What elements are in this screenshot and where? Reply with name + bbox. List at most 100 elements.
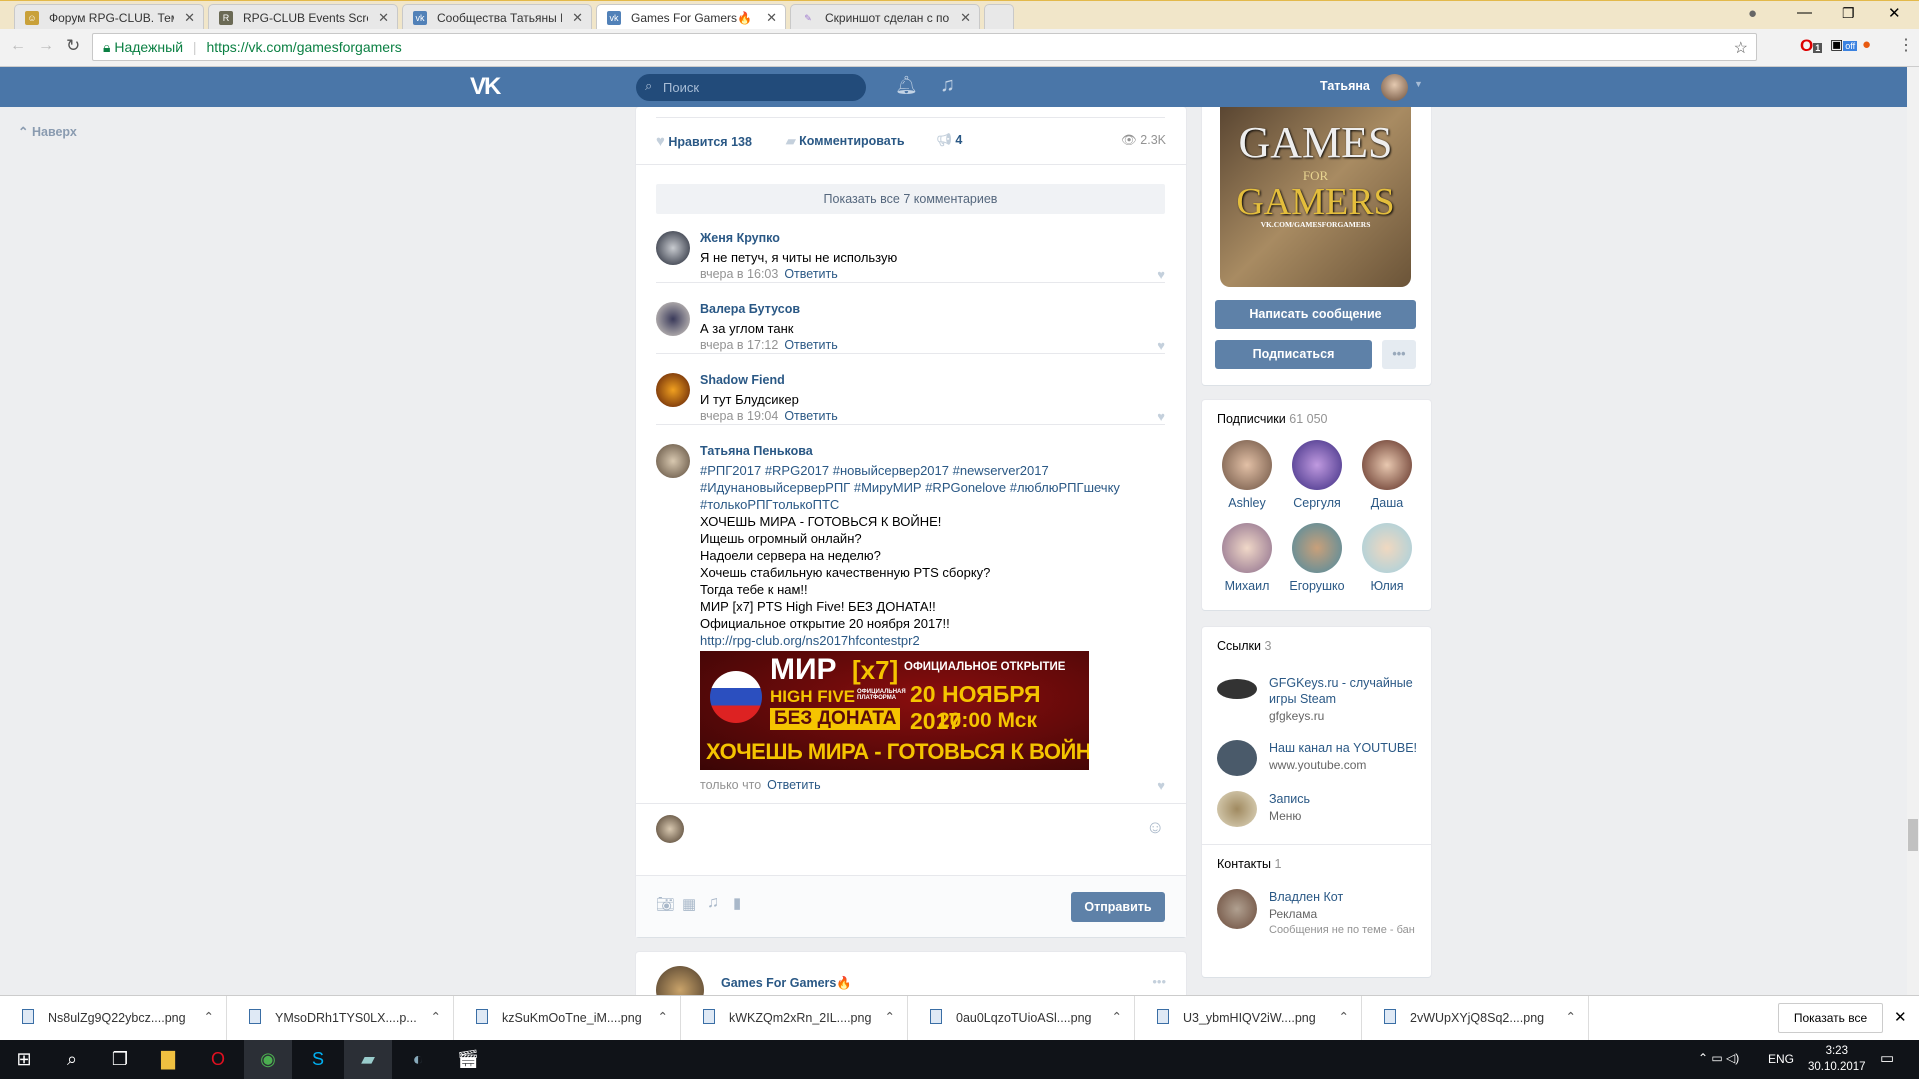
windows-start-icon[interactable]: ⊞ — [0, 1040, 48, 1079]
links-header[interactable]: Ссылки 3 — [1217, 639, 1271, 653]
download-item[interactable]: kWKZQm2xRn_2IL....png ⌃ — [681, 996, 908, 1041]
more-actions-button[interactable]: ••• — [1382, 340, 1416, 369]
user-avatar[interactable] — [1381, 74, 1408, 101]
comment-avatar[interactable] — [656, 231, 690, 265]
clock[interactable]: 3:23 30.10.2017 — [1808, 1043, 1866, 1075]
close-window-button[interactable]: ✕ — [1888, 4, 1901, 22]
download-item[interactable]: U3_ybmHIQV2iW....png ⌃ — [1135, 996, 1362, 1041]
close-downloads-icon[interactable]: ✕ — [1894, 1008, 1907, 1026]
send-button[interactable]: Отправить — [1071, 892, 1165, 922]
scrollbar[interactable] — [1907, 67, 1919, 995]
reply-link[interactable]: Ответить — [784, 267, 837, 281]
opera-extension-icon[interactable]: O1 — [1800, 36, 1823, 56]
banner-image[interactable]: МИР [x7] HIGH FIVE ОФИЦИАЛЬНАЯ ПЛАТФОРМА… — [700, 651, 1089, 770]
group-cover-image[interactable]: GAMES FOR GAMERS VK.COM/GAMESFORGAMERS — [1220, 107, 1411, 287]
comment-author[interactable]: Валера Бутусов — [700, 302, 800, 316]
like-heart-icon[interactable]: ♥ — [1157, 778, 1165, 793]
app-icon[interactable]: ▰ — [344, 1040, 392, 1079]
steam-icon[interactable]: ◐ — [394, 1040, 442, 1079]
show-all-comments-button[interactable]: Показать все 7 комментариев — [656, 184, 1165, 214]
reply-link[interactable]: Ответить — [784, 409, 837, 423]
share-button[interactable]: 📢︎ 4 — [936, 133, 962, 148]
comment-avatar[interactable] — [656, 302, 690, 336]
maximize-button[interactable]: ❐ — [1842, 5, 1855, 22]
document-icon[interactable]: ▮ — [733, 894, 741, 912]
close-tab-icon[interactable]: ✕ — [184, 10, 195, 26]
music-icon[interactable]: ♫ — [940, 74, 955, 97]
write-message-button[interactable]: Написать сообщение — [1215, 300, 1416, 329]
close-tab-icon[interactable]: ✕ — [960, 10, 971, 26]
browser-tab-active[interactable]: vk Games For Gamers🔥 ✕ — [596, 4, 786, 30]
close-tab-icon[interactable]: ✕ — [378, 10, 389, 26]
reload-button[interactable]: ↻ — [66, 36, 80, 56]
subscribe-button[interactable]: Подписаться — [1215, 340, 1372, 369]
download-item[interactable]: YMsoDRh1TYS0LX....p... ⌃ — [227, 996, 454, 1041]
vk-logo[interactable]: VK — [470, 73, 501, 101]
notifications-icon[interactable]: ▭ — [1880, 1049, 1894, 1067]
photo-icon[interactable]: 📷︎ — [656, 895, 675, 913]
post-author[interactable]: Games For Gamers🔥 — [721, 976, 852, 991]
download-item[interactable]: 0au0LqzoTUioASl....png ⌃ — [908, 996, 1135, 1041]
skype-icon[interactable]: S — [294, 1040, 342, 1079]
chevron-down-icon[interactable]: ▼ — [1414, 79, 1423, 89]
comment-avatar[interactable] — [656, 373, 690, 407]
hashtag-link[interactable]: #толькоРПГтолькоПТС — [700, 496, 1170, 513]
subscriber[interactable]: Ashley — [1217, 440, 1277, 510]
bookmark-star-icon[interactable]: ☆ — [1734, 38, 1748, 58]
reply-link[interactable]: Ответить — [767, 778, 820, 792]
forward-button[interactable]: → — [38, 37, 54, 55]
back-button[interactable]: ← — [10, 37, 26, 55]
extension-icon[interactable]: ▣ off — [1830, 36, 1858, 53]
comment-author[interactable]: Shadow Fiend — [700, 373, 785, 387]
notifications-bell-icon[interactable]: 🔔︎ — [895, 75, 918, 96]
back-to-top-link[interactable]: ⌃ Наверх — [18, 124, 77, 139]
hashtag-link[interactable]: #РПГ2017 #RPG2017 #новыйсервер2017 #news… — [700, 462, 1170, 479]
new-tab-button[interactable] — [984, 4, 1014, 30]
more-options-icon[interactable]: ••• — [1152, 974, 1166, 989]
subscriber[interactable]: Егорушко — [1287, 523, 1347, 593]
video-icon[interactable]: ▦ — [682, 895, 696, 913]
subscriber[interactable]: Сергуля — [1287, 440, 1347, 510]
download-item[interactable]: 2vWUpXYjQ8Sq2....png ⌃ — [1362, 996, 1589, 1041]
like-heart-icon[interactable]: ♥ — [1157, 338, 1165, 353]
comment-input[interactable] — [696, 813, 1136, 853]
like-heart-icon[interactable]: ♥ — [1157, 267, 1165, 282]
browser-tab[interactable]: vk Сообщества Татьяны П ✕ — [402, 4, 592, 30]
comment-button[interactable]: ▰ Комментировать — [786, 133, 905, 148]
browser-tab[interactable]: ✎ Скриншот сделан с пом ✕ — [790, 4, 980, 30]
subscriber[interactable]: Юлия — [1357, 523, 1417, 593]
close-tab-icon[interactable]: ✕ — [572, 10, 583, 26]
minimize-button[interactable]: — — [1797, 4, 1812, 21]
audio-icon[interactable]: ♫ — [707, 894, 719, 912]
language-indicator[interactable]: ENG — [1768, 1052, 1794, 1066]
fire-extension-icon[interactable]: ● — [1862, 36, 1871, 53]
download-item[interactable]: kzSuKmOoTne_iM....png ⌃ — [454, 996, 681, 1041]
file-explorer-icon[interactable]: ▇ — [144, 1040, 192, 1079]
search-icon[interactable]: ⌕ — [48, 1040, 96, 1079]
comment-avatar[interactable] — [656, 444, 690, 478]
browser-tab[interactable]: RRPG-CLUB Events Screen✕ — [208, 4, 398, 30]
comment-author[interactable]: Татьяна Пенькова — [700, 444, 813, 458]
subscriber[interactable]: Михаил — [1217, 523, 1277, 593]
close-tab-icon[interactable]: ✕ — [766, 10, 777, 26]
tray-icons[interactable]: ⌃ ▭ ◁) — [1698, 1051, 1739, 1065]
comment-author[interactable]: Женя Крупко — [700, 231, 780, 245]
address-bar[interactable]: 🔒︎ Надежный | https://vk.com/gamesforgam… — [92, 33, 1757, 61]
user-name[interactable]: Татьяна — [1320, 79, 1370, 93]
like-heart-icon[interactable]: ♥ — [1157, 409, 1165, 424]
reply-link[interactable]: Ответить — [784, 338, 837, 352]
browser-tab[interactable]: ☺ Форум RPG-CLUB. Тема ✕ — [14, 4, 204, 30]
hashtag-link[interactable]: #ИдунановыйсерверРПГ #МируМИР #RPGonelov… — [700, 479, 1170, 496]
external-link[interactable]: http://rpg-club.org/ns2017hfcontestpr2 — [700, 632, 1170, 649]
clapper-icon[interactable]: 🎬︎ — [444, 1040, 492, 1079]
show-all-downloads-button[interactable]: Показать все — [1778, 1003, 1883, 1033]
subscriber[interactable]: Даша — [1357, 440, 1417, 510]
download-item[interactable]: Ns8ulZg9Q22ybcz....png ⌃ — [0, 996, 227, 1041]
emoji-icon[interactable]: ☺ — [1146, 817, 1164, 838]
subscribers-header[interactable]: Подписчики 61 050 — [1217, 412, 1327, 426]
chrome-icon[interactable]: ◉ — [244, 1040, 292, 1079]
task-view-icon[interactable]: ❐ — [96, 1040, 144, 1079]
contacts-header[interactable]: Контакты 1 — [1217, 857, 1281, 871]
opera-icon[interactable]: O — [194, 1040, 242, 1079]
profile-icon[interactable]: ● — [1748, 5, 1757, 22]
